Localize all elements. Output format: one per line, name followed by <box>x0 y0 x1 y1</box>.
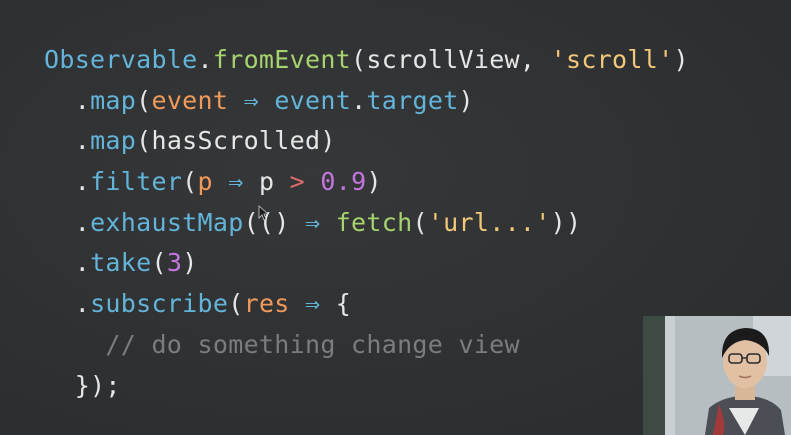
code-token: 'scroll' <box>550 45 674 74</box>
code-token: ) <box>182 248 198 278</box>
code-token: 0.9 <box>320 167 367 197</box>
code-token: ⇒ <box>289 289 336 319</box>
code-line: .exhaustMap(() ⇒ fetch('url...')) <box>44 203 689 244</box>
code-block: Observable.fromEvent(scrollView, 'scroll… <box>44 40 689 406</box>
code-token: subscribe <box>90 289 229 319</box>
code-token: fetch <box>335 207 413 237</box>
code-line: .subscribe(res ⇒ { <box>44 284 689 325</box>
speaker-video-frame <box>643 316 791 435</box>
code-token: p <box>197 167 213 197</box>
code-token: ( <box>136 85 152 115</box>
code-token: . <box>197 45 213 74</box>
code-line: }); <box>44 366 689 407</box>
code-token: ) <box>673 45 689 74</box>
code-token: filter <box>90 167 183 197</box>
code-line: .take(3) <box>44 243 689 284</box>
code-token: . <box>351 85 367 115</box>
code-line: .filter(p ⇒ p > 0.9) <box>44 162 689 203</box>
code-token: }); <box>44 370 121 400</box>
code-token: > <box>289 167 306 197</box>
code-token: ⇒ <box>304 207 321 237</box>
code-line: Observable.fromEvent(scrollView, 'scroll… <box>44 40 689 81</box>
code-token: res <box>243 289 290 319</box>
code-token: map <box>90 85 137 115</box>
code-token: Observable <box>44 45 198 74</box>
code-token: (hasScrolled) <box>136 126 336 156</box>
code-token: take <box>90 248 152 278</box>
code-token: . <box>44 289 91 319</box>
code-token: (() <box>243 207 305 237</box>
code-token: . <box>44 207 91 237</box>
code-token: )) <box>550 207 582 237</box>
mouse-pointer-icon <box>258 205 268 221</box>
code-token: 'url...' <box>427 207 551 237</box>
code-token: ( <box>182 167 198 197</box>
code-token: target <box>366 85 459 115</box>
speaker-webcam <box>643 316 791 435</box>
code-token: 3 <box>166 248 183 278</box>
code-token: ⇒ <box>228 85 275 115</box>
code-token: ( <box>228 289 244 319</box>
code-line: // do something change view <box>44 325 689 366</box>
code-token: . <box>44 85 91 115</box>
code-token: . <box>44 248 91 278</box>
code-token: p <box>258 167 290 197</box>
code-token: { <box>335 289 352 319</box>
code-token: exhaustMap <box>90 207 244 237</box>
code-token: fromEvent <box>212 45 352 74</box>
code-token: . <box>44 167 91 197</box>
code-token: event <box>151 85 229 115</box>
code-line: .map(event ⇒ event.target) <box>44 81 689 122</box>
code-token: map <box>90 126 137 156</box>
code-token: ⇒ <box>212 167 259 197</box>
code-line: .map(hasScrolled) <box>44 121 689 162</box>
code-token: ( <box>412 207 428 237</box>
code-token: . <box>44 126 91 156</box>
code-token: ) <box>458 85 474 115</box>
code-token: ) <box>366 167 382 197</box>
code-token: ( <box>151 248 167 278</box>
code-token: (scrollView, <box>351 45 551 74</box>
code-token: event <box>274 85 352 115</box>
code-token: // do something change view <box>44 329 520 359</box>
presentation-slide: Observable.fromEvent(scrollView, 'scroll… <box>0 0 791 435</box>
